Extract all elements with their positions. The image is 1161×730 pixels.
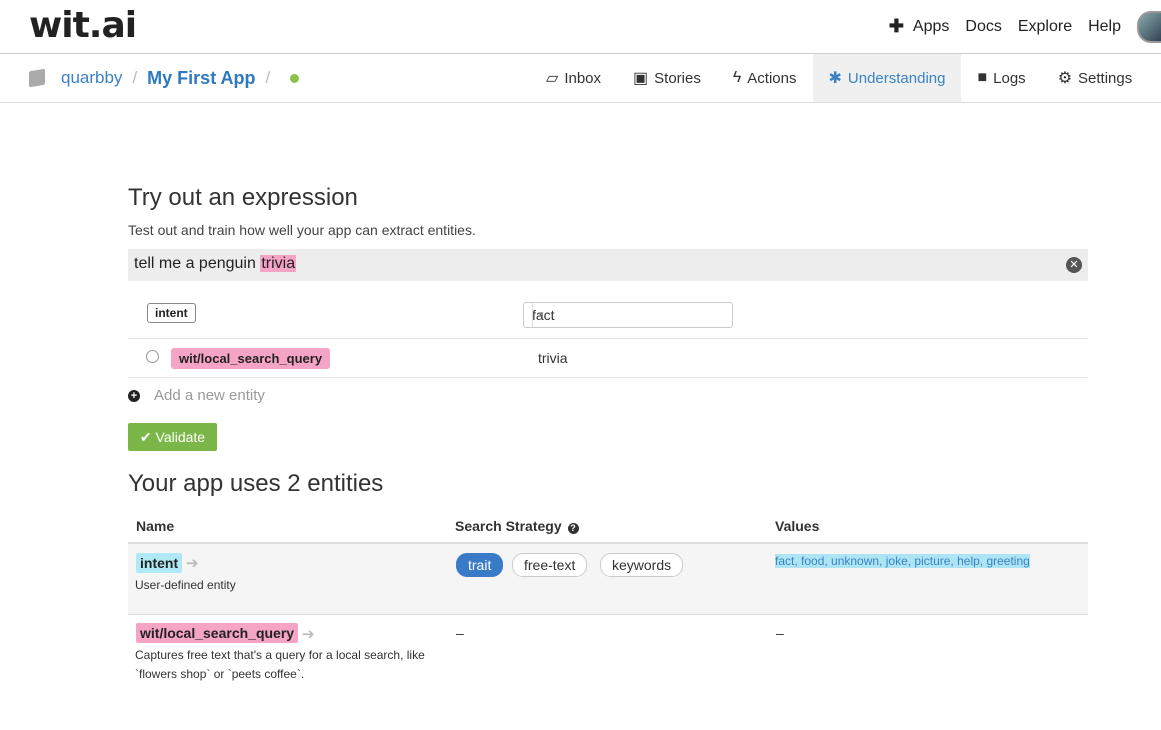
expression-input[interactable]: tell me a penguin trivia ✕ xyxy=(128,249,1088,281)
tab-label: Stories xyxy=(654,69,701,87)
table-row: intent ➔ User-defined entity trait free-… xyxy=(128,544,1088,615)
image-icon: ▣ xyxy=(633,70,649,87)
add-entity[interactable]: + Add a new entity xyxy=(128,387,265,404)
entity-values[interactable]: fact, food, unknown, joke, picture, help… xyxy=(775,554,1030,568)
entity-desc-line1: Captures free text that's a query for a … xyxy=(135,648,425,662)
header-name: Name xyxy=(136,518,175,534)
entity-name-intent[interactable]: intent xyxy=(136,553,183,573)
entity-name-local-search-query[interactable]: wit/local_search_query xyxy=(136,623,299,643)
tab-understanding[interactable]: ✱ Understanding xyxy=(812,54,962,102)
tab-stories[interactable]: ▣ Stories xyxy=(617,54,717,102)
try-title: Try out an expression xyxy=(128,184,358,211)
entity-desc: User-defined entity xyxy=(135,578,236,592)
breadcrumb: quarbby / My First App / xyxy=(29,54,300,102)
book-icon xyxy=(29,68,45,88)
nav-docs[interactable]: Docs xyxy=(965,18,1001,36)
top-nav: ✚ Apps Docs Explore Help xyxy=(889,0,1161,53)
intent-select[interactable]: fact ▼ xyxy=(523,302,733,328)
header-strategy-label: Search Strategy xyxy=(455,518,562,534)
archive-icon: ■ xyxy=(977,69,988,86)
breadcrumb-separator: / xyxy=(265,68,271,87)
tab-label: Inbox xyxy=(564,69,602,87)
plus-circle-icon: + xyxy=(128,390,140,402)
tab-label: Actions xyxy=(747,69,797,87)
tab-label: Understanding xyxy=(847,69,946,87)
breadcrumb-owner[interactable]: quarbby xyxy=(61,68,122,88)
validate-label: Validate xyxy=(155,428,206,445)
try-subtitle: Test out and train how well your app can… xyxy=(128,222,476,238)
nav-explore[interactable]: Explore xyxy=(1018,18,1072,36)
header-strategy: Search Strategy ? xyxy=(455,518,579,534)
asterisk-icon: ✱ xyxy=(828,70,842,87)
breadcrumb-app[interactable]: My First App xyxy=(147,68,255,89)
strategy-trait[interactable]: trait xyxy=(456,553,504,577)
entity-radio[interactable] xyxy=(146,350,159,363)
header-values: Values xyxy=(775,518,820,534)
strategy-free-text[interactable]: free-text xyxy=(512,553,588,577)
table-row: wit/local_search_query ➔ Captures free t… xyxy=(128,615,1088,695)
breadcrumb-separator: / xyxy=(132,68,138,87)
tab-inbox[interactable]: ▱ Inbox xyxy=(530,54,617,102)
expression-text: tell me a penguin trivia xyxy=(134,255,297,273)
entity-tag[interactable]: wit/local_search_query xyxy=(171,348,331,369)
entities-title: Your app uses 2 entities xyxy=(128,470,384,497)
inbox-icon: ▱ xyxy=(546,70,559,87)
tab-settings[interactable]: ⚙ Settings xyxy=(1042,54,1149,102)
arrow-right-icon[interactable]: ➔ xyxy=(302,625,315,643)
tab-label: Settings xyxy=(1078,69,1133,87)
arrow-right-icon[interactable]: ➔ xyxy=(186,554,199,572)
intent-tag[interactable]: intent xyxy=(147,303,196,323)
expression-prefix: tell me a penguin xyxy=(134,255,261,272)
wit-logo[interactable]: wit.ai xyxy=(29,4,137,48)
top-bar: wit.ai ✚ Apps Docs Explore Help xyxy=(0,0,1161,54)
nav-help[interactable]: Help xyxy=(1088,18,1121,36)
validate-button[interactable]: ✔ Validate xyxy=(128,423,217,451)
add-entity-label: Add a new entity xyxy=(154,387,265,404)
strategy-dash: – xyxy=(456,625,464,641)
gear-icon: ⚙ xyxy=(1057,70,1073,87)
nav-apps[interactable]: Apps xyxy=(913,18,949,36)
app-tabs: ▱ Inbox ▣ Stories ϟ Actions ✱ Understanding … xyxy=(530,54,1148,102)
status-dot xyxy=(290,73,300,83)
plus-icon[interactable]: ✚ xyxy=(889,16,904,37)
values-dash: – xyxy=(776,625,784,641)
strategy-keywords[interactable]: keywords xyxy=(600,553,684,577)
clear-icon[interactable]: ✕ xyxy=(1066,257,1082,273)
check-icon: ✔ xyxy=(139,428,152,445)
entity-desc: Captures free text that's a query for a … xyxy=(135,646,425,684)
entities-table-header: Name Search Strategy ? Values xyxy=(128,514,1088,544)
expression-highlight[interactable]: trivia xyxy=(260,255,297,272)
bolt-icon: ϟ xyxy=(732,69,742,86)
help-icon[interactable]: ? xyxy=(567,523,579,534)
app-bar: quarbby / My First App / ▱ Inbox ▣ Stories… xyxy=(0,54,1161,103)
tab-actions[interactable]: ϟ Actions xyxy=(717,54,813,102)
tab-label: Logs xyxy=(993,69,1026,87)
chevron-down-icon: ▼ xyxy=(532,303,549,327)
tab-logs[interactable]: ■ Logs xyxy=(961,54,1041,102)
avatar[interactable] xyxy=(1137,10,1161,43)
entity-desc-line2: `flowers shop` or `peets coffee`. xyxy=(135,667,305,681)
entity-value[interactable]: trivia xyxy=(538,350,568,366)
